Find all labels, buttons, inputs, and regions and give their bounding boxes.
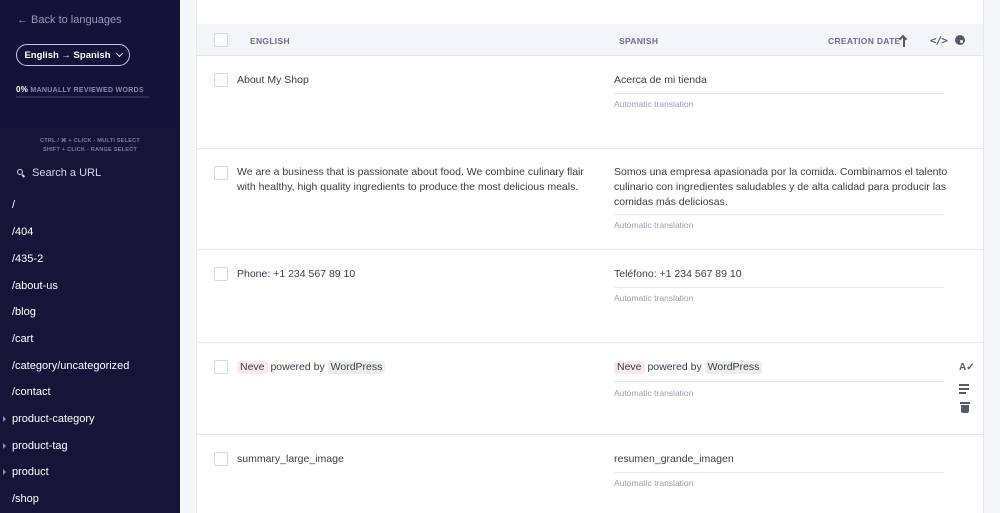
reviewed-label: MANUALLY REVIEWED WORDS (30, 87, 144, 94)
url-search[interactable]: Search a URL (17, 167, 101, 179)
trash-icon[interactable] (959, 402, 971, 414)
url-label: /shop (12, 493, 39, 505)
url-item[interactable]: /blog (12, 306, 36, 318)
language-pair-label: English → Spanish (24, 49, 111, 61)
translation-status: Automatic translation (614, 220, 694, 230)
placeholder-tag: Neve (614, 361, 645, 374)
divider (614, 472, 944, 473)
chevron-down-icon (115, 49, 123, 58)
divider (197, 434, 983, 435)
list-icon[interactable] (959, 383, 971, 395)
caret-right-icon (3, 469, 6, 475)
caret-right-icon (3, 443, 6, 449)
url-group[interactable]: product-category (3, 413, 95, 425)
url-label: /category/uncategorized (12, 360, 130, 372)
url-item[interactable]: /435-2 (12, 253, 43, 265)
source-text: We are a business that is passionate abo… (237, 166, 584, 193)
url-label: / (12, 199, 16, 211)
translation-field[interactable]: Neve powered by WordPress (614, 360, 949, 375)
translation-status: Automatic translation (614, 388, 694, 398)
row-checkbox[interactable] (214, 267, 228, 281)
source-text: About My Shop (237, 74, 309, 86)
url-label: /blog (12, 306, 36, 318)
reviewed-percent: 0% (16, 85, 29, 94)
code-icon[interactable]: </> (930, 34, 948, 47)
language-pair-dropdown[interactable]: English → Spanish (16, 44, 130, 66)
caret-right-icon (3, 416, 6, 422)
divider (197, 342, 983, 343)
arrow-up-icon[interactable] (898, 34, 909, 47)
translation-field[interactable]: Acerca de mi tienda (614, 73, 949, 88)
url-label: /404 (12, 226, 34, 238)
url-label: /contact (12, 386, 51, 398)
reviewed-words-stat: 0% MANUALLY REVIEWED WORDS (16, 85, 144, 94)
divider (614, 381, 944, 382)
reviewed-progress-bar (16, 96, 149, 98)
url-item[interactable]: /category/uncategorized (12, 360, 129, 372)
source-text: summary_large_image (237, 453, 344, 465)
divider (614, 214, 944, 215)
url-label: product (12, 466, 49, 478)
divider (614, 287, 944, 288)
column-header-english: ENGLISH (250, 36, 290, 46)
source-text: Phone: +1 234 567 89 10 (237, 268, 356, 280)
sidebar: ← Back to languages English → Spanish 0%… (0, 0, 180, 513)
url-label: /435-2 (12, 253, 44, 265)
placeholder-tag: WordPress (327, 361, 386, 374)
translation-status: Automatic translation (614, 478, 694, 488)
url-label: product-category (12, 413, 95, 425)
url-label: /about-us (12, 280, 58, 292)
translation-status: Automatic translation (614, 99, 694, 109)
divider (614, 93, 944, 94)
select-all-checkbox[interactable] (214, 33, 228, 47)
url-label: product-tag (12, 440, 68, 452)
spellcheck-icon[interactable]: A✓ (959, 362, 975, 374)
url-item[interactable]: /404 (12, 226, 33, 238)
placeholder-tag: Neve (237, 361, 268, 374)
search-icon (17, 169, 26, 178)
row-checkbox[interactable] (214, 452, 228, 466)
url-item[interactable]: /cart (12, 333, 33, 345)
translation-field[interactable]: Teléfono: +1 234 567 89 10 (614, 267, 949, 282)
url-item[interactable]: /shop (12, 493, 39, 505)
row-checkbox[interactable] (214, 73, 228, 87)
translation-field[interactable]: resumen_grande_imagen (614, 452, 949, 467)
translation-status: Automatic translation (614, 293, 694, 303)
url-item[interactable]: / (12, 199, 15, 211)
row-checkbox[interactable] (214, 360, 228, 374)
palette-icon[interactable] (955, 35, 965, 45)
url-group[interactable]: product (3, 466, 49, 478)
source-text-mid: powered by (270, 361, 325, 373)
url-item[interactable]: /contact (12, 386, 51, 398)
divider (197, 148, 983, 149)
back-to-languages-link[interactable]: ← Back to languages (17, 14, 122, 26)
translation-field[interactable]: Somos una empresa apasionada por la comi… (614, 165, 949, 210)
divider (197, 249, 983, 250)
url-item[interactable]: /about-us (12, 280, 58, 292)
url-label: /cart (12, 333, 34, 345)
url-group[interactable]: product-tag (3, 440, 68, 452)
sidebar-header: ← Back to languages English → Spanish 0%… (0, 0, 180, 128)
source-text: Neve powered by WordPress (237, 360, 587, 375)
column-header-creation-date[interactable]: CREATION DATE (828, 36, 901, 46)
placeholder-tag: WordPress (704, 361, 763, 374)
target-text-mid: powered by (647, 361, 702, 373)
row-checkbox[interactable] (214, 166, 228, 180)
url-search-input[interactable]: Search a URL (32, 167, 101, 179)
shortcut-hint-range: SHIFT + CLICK - RANGE SELECT (42, 147, 137, 153)
shortcut-hint-multi: CTRL / ⌘ + CLICK - MULTI SELECT (40, 138, 140, 144)
column-header-spanish: SPANISH (619, 36, 659, 46)
